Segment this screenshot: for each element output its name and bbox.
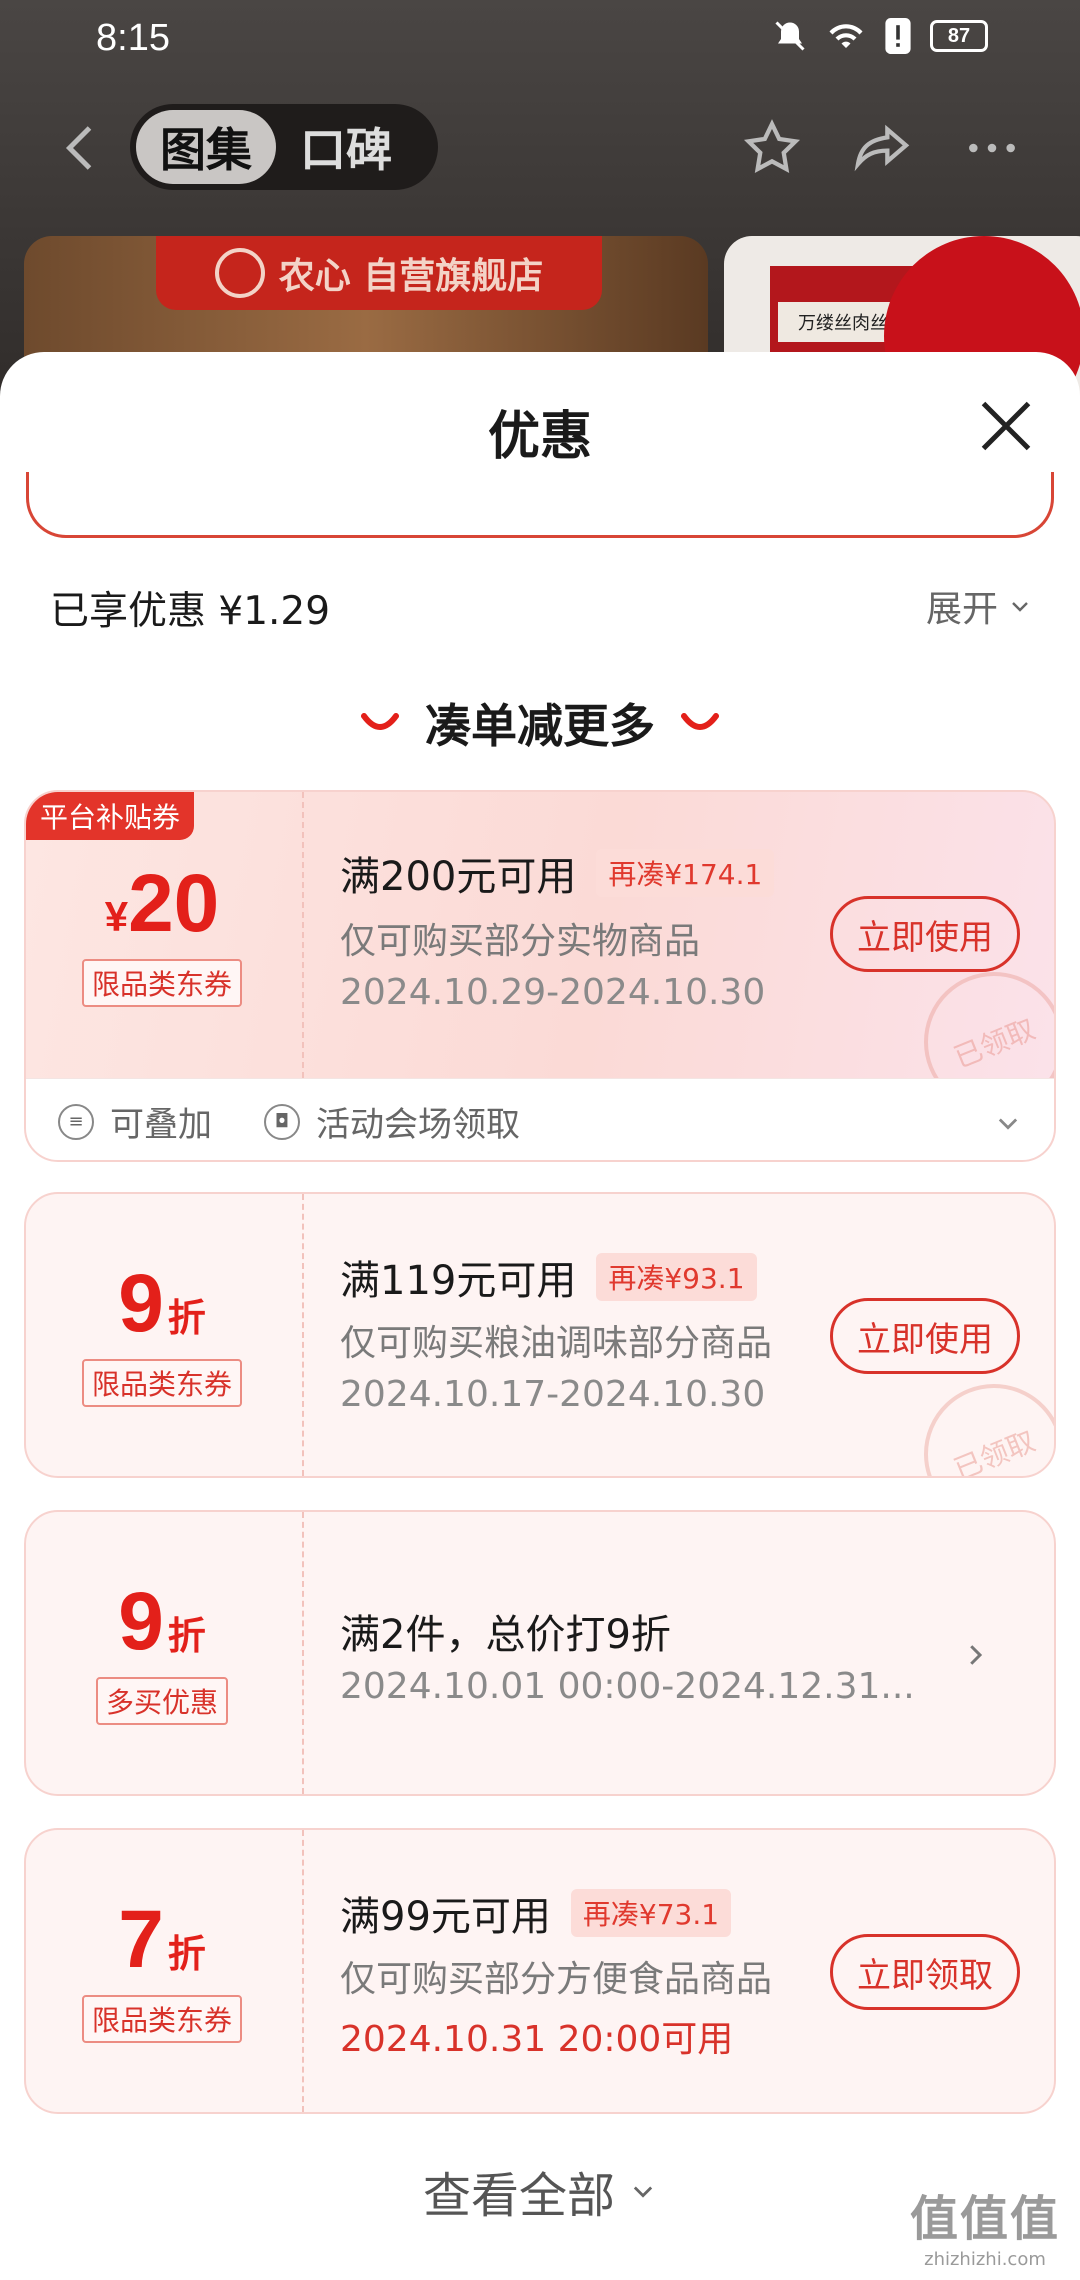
coupon-availability-time: 2024.10.31 20:00可用 [340,2019,734,2060]
stackable-label: 可叠加 [110,1105,212,1145]
coupon-card: 7 折 限品类东券 满99元可用 再凑¥73.1 仅可购买部分方便食品商品 20… [24,1828,1056,2114]
smile-decoration-icon [361,713,399,730]
dashed-divider [302,1194,304,1476]
remaining-amount-pill: 再凑¥93.1 [596,1253,757,1301]
coupon-condition: 满200元可用 [340,854,577,900]
venue-label: 活动会场领取 [316,1105,520,1145]
amount-number: 7 [118,1894,164,1985]
coupon-description: 仅可购买部分实物商品 [340,921,701,962]
star-icon[interactable] [740,116,804,180]
coupon-type-badge: 限品类东券 [81,959,242,1007]
chevron-right-icon[interactable] [960,1640,990,1670]
section-title-text: 凑单减更多 [425,699,655,753]
remaining-amount-pill: 再凑¥73.1 [570,1889,732,1937]
use-now-button[interactable]: 立即使用 [830,1298,1020,1374]
coupon-date: 2024.10.29-2024.10.30 [340,972,766,1013]
battery-indicator: 87 [930,20,988,52]
dashed-divider [302,792,304,1078]
close-icon[interactable] [976,396,1036,456]
back-arrow-icon[interactable] [52,118,112,178]
coupon-condition: 满99元可用 [340,1894,551,1940]
view-all-label: 查看全部 [422,2168,615,2224]
coupon-description: 仅可购买部分方便食品商品 [340,1959,773,2000]
tab-reviews[interactable]: 口碑 [276,110,416,184]
coupon-condition: 满2件，总价打9折 [340,1612,671,1658]
gallery-review-toggle: 图集 口碑 [130,104,438,190]
coupon-condition: 满119元可用 [340,1258,577,1304]
stackable-icon: ≡ [58,1103,94,1140]
store-tag-label: 农心 自营旗舰店 [278,256,544,297]
wifi-icon [829,24,863,48]
coupon-card: 9 折 限品类东券 满119元可用 再凑¥93.1 仅可购买粮油调味部分商品 2… [24,1192,1056,1478]
watermark-logo: 值值值 [909,2191,1060,2247]
coupon-card: 平台补贴券 ¥ 20 限品类东券 满200元可用 再凑¥174.1 仅可购买部分… [24,790,1056,1162]
coupon-footer: ≡ 可叠加 ◘ 活动会场领取 [26,1078,1054,1160]
coupon-date: 2024.10.17-2024.10.30 [340,1374,766,1415]
top-nav: 图集 口碑 [0,100,1080,196]
coupon-type-badge: 多买优惠 [95,1677,228,1725]
status-time: 8:15 [96,16,170,59]
discount-unit: 折 [167,1614,206,1658]
coupon-body: 满99元可用 再凑¥73.1 仅可购买部分方便食品商品 2024.10.31 2… [340,1830,1024,2112]
use-now-button[interactable]: 立即使用 [830,896,1020,972]
mute-bell-icon [775,21,805,51]
store-tag: 农心 自营旗舰店 [156,236,602,310]
site-watermark: 值值值 zhizhizhi.com [900,2179,1070,2270]
coupon-card[interactable]: 9 折 多买优惠 满2件，总价打9折 2024.10.01 00:00-2024… [24,1510,1056,1796]
amount-number: 9 [118,1576,164,1667]
alert-icon [885,18,911,54]
amount-number: 20 [128,858,220,949]
coupon-type-badge: 限品类东券 [81,1995,242,2043]
coupon-value: 9 折 多买优惠 [26,1512,298,1794]
coupon-value: 9 折 限品类东券 [26,1194,298,1476]
chevron-down-icon[interactable] [994,1109,1022,1137]
coupon-description: 仅可购买粮油调味部分商品 [340,1323,773,1364]
coupon-amount: 9 折 [118,1263,206,1345]
coupon-body: 满2件，总价打9折 2024.10.01 00:00-2024.12.31... [340,1512,1024,1794]
coupon-value: 7 折 限品类东券 [26,1830,298,2112]
sheet-title: 优惠 [487,407,592,467]
claim-now-button[interactable]: 立即领取 [830,1934,1020,2010]
coupon-date: 2024.10.01 00:00-2024.12.31... [340,1666,915,1707]
remaining-amount-pill: 再凑¥174.1 [596,849,775,897]
coupon-body: 满200元可用 再凑¥174.1 仅可购买部分实物商品 2024.10.29-2… [340,792,1054,1134]
discount-unit: 折 [167,1932,206,1976]
condition-row: 满200元可用 再凑¥174.1 [340,844,775,902]
status-bar: 8:15 87 [0,0,1080,76]
smile-decoration-icon [681,713,719,730]
venue-icon: ◘ [264,1103,300,1140]
coupon-type-badge: 限品类东券 [81,1359,242,1407]
condition-row: 满2件，总价打9折 [340,1602,671,1660]
coupon-amount: 9 折 [118,1581,206,1663]
more-dots-icon[interactable] [960,116,1024,180]
status-icons: 87 [772,18,988,54]
enjoyed-discount-text: 已享优惠 ¥1.29 [50,589,331,634]
claimed-stamp: 已领取 [902,1362,1054,1476]
tab-gallery[interactable]: 图集 [136,110,276,184]
coupon-body: 满119元可用 再凑¥93.1 仅可购买粮油调味部分商品 2024.10.17-… [340,1194,1054,1476]
section-title: 凑单减更多 [0,690,1080,756]
share-icon[interactable] [850,116,914,180]
condition-row: 满119元可用 再凑¥93.1 [340,1248,757,1306]
sheet-header-arc [26,472,1054,538]
chevron-down-icon [1012,602,1028,612]
currency-symbol: ¥ [104,893,129,940]
discount-unit: 折 [167,1296,206,1340]
chevron-down-icon [633,2186,653,2198]
expand-button[interactable]: 展开 [926,580,1032,632]
coupon-amount: 7 折 [118,1899,206,1981]
amount-number: 9 [118,1258,164,1349]
watermark-url: zhizhizhi.com [924,2249,1046,2270]
brand-logo-icon [214,248,265,298]
coupon-amount: ¥ 20 [105,863,220,945]
condition-row: 满99元可用 再凑¥73.1 [340,1884,732,1942]
dashed-divider [302,1830,304,2112]
coupon-value: ¥ 20 限品类东券 [26,792,298,1078]
expand-label: 展开 [925,589,998,630]
dashed-divider [302,1512,304,1794]
